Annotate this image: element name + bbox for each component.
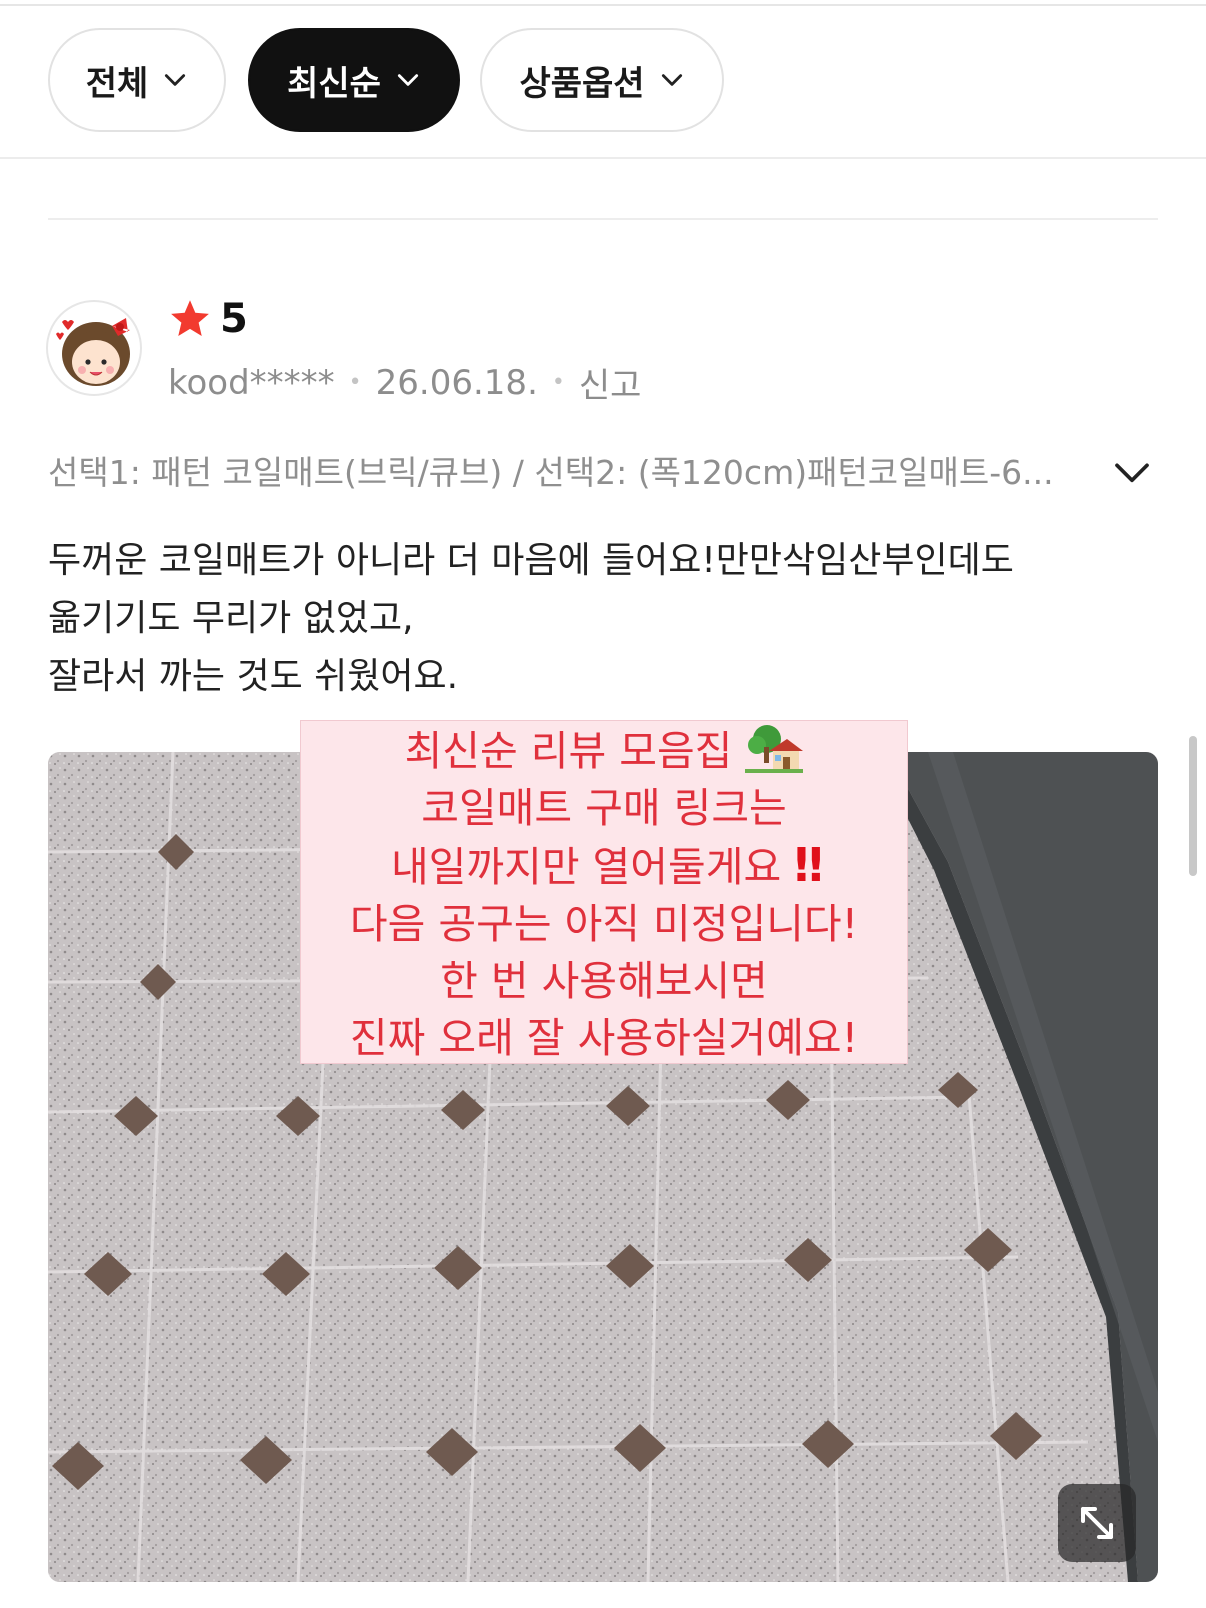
review-line: 잘라서 까는 것도 쉬웠어요. bbox=[48, 656, 459, 697]
filter-latest-label: 최신순 bbox=[287, 63, 381, 104]
scrollbar[interactable] bbox=[1189, 736, 1197, 876]
review-filter-bar: 전체 최신순 상품옵션 bbox=[0, 28, 1206, 136]
notice-line: 한 번 사용해보시면 bbox=[440, 957, 768, 1005]
notice-text: 내일까지만 열어둘게요 bbox=[390, 843, 782, 891]
section-divider bbox=[48, 218, 1158, 220]
review-line: 옮기기도 무리가 없었고, bbox=[48, 598, 414, 639]
review-body: 두꺼운 코일매트가 아니라 더 마음에 들어요!만만삭임산부인데도 옮기기도 무… bbox=[48, 532, 1158, 706]
review-date: 26.06.18. bbox=[375, 362, 538, 403]
filter-product-option-label: 상품옵션 bbox=[519, 63, 645, 104]
star-icon bbox=[171, 300, 209, 337]
filter-bar-divider bbox=[0, 157, 1206, 159]
chevron-down-icon[interactable] bbox=[1112, 452, 1152, 492]
house-with-garden-emoji-icon bbox=[745, 725, 804, 773]
chevron-down-icon bbox=[165, 74, 186, 86]
report-link[interactable]: 신고 bbox=[579, 358, 642, 407]
double-exclamation-icon: ‼ bbox=[794, 838, 823, 892]
meta-separator: • bbox=[348, 370, 362, 395]
notice-line: 최신순 리뷰 모음집 bbox=[301, 723, 907, 780]
rating: 5 bbox=[168, 296, 248, 342]
notice-text: 최신순 리뷰 모음집 bbox=[404, 727, 733, 775]
chevron-down-icon bbox=[397, 74, 418, 86]
filter-latest-button[interactable]: 최신순 bbox=[248, 28, 460, 132]
notice-line: 진짜 오래 잘 사용하실거예요! bbox=[349, 1014, 859, 1062]
filter-all-label: 전체 bbox=[85, 63, 149, 104]
expand-icon bbox=[1081, 1507, 1113, 1539]
notice-line: 내일까지만 열어둘게요 ‼ bbox=[301, 837, 907, 896]
product-option-text: 선택1: 패턴 코일매트(브릭/큐브) / 선택2: (폭120cm)패턴코일매… bbox=[48, 453, 1054, 492]
top-divider bbox=[0, 4, 1206, 6]
promo-notice-overlay: 최신순 리뷰 모음집 코일매트 구매 링크는 내일까지만 열어둘게요 ‼ 다음 … bbox=[300, 720, 908, 1064]
avatar[interactable] bbox=[46, 300, 142, 396]
notice-line: 코일매트 구매 링크는 bbox=[421, 784, 787, 832]
review-line: 두꺼운 코일매트가 아니라 더 마음에 들어요!만만삭임산부인데도 bbox=[48, 540, 1014, 581]
reviewer-name: kood***** bbox=[168, 362, 335, 403]
notice-line: 다음 공구는 아직 미정입니다! bbox=[349, 900, 859, 948]
meta-separator: • bbox=[551, 370, 565, 395]
filter-product-option-button[interactable]: 상품옵션 bbox=[480, 28, 724, 132]
rating-value: 5 bbox=[220, 296, 248, 342]
review-meta: kood***** • 26.06.18. • 신고 bbox=[168, 358, 641, 407]
expand-photo-button[interactable] bbox=[1058, 1484, 1136, 1562]
filter-all-button[interactable]: 전체 bbox=[48, 28, 226, 132]
chevron-down-icon bbox=[661, 74, 682, 86]
